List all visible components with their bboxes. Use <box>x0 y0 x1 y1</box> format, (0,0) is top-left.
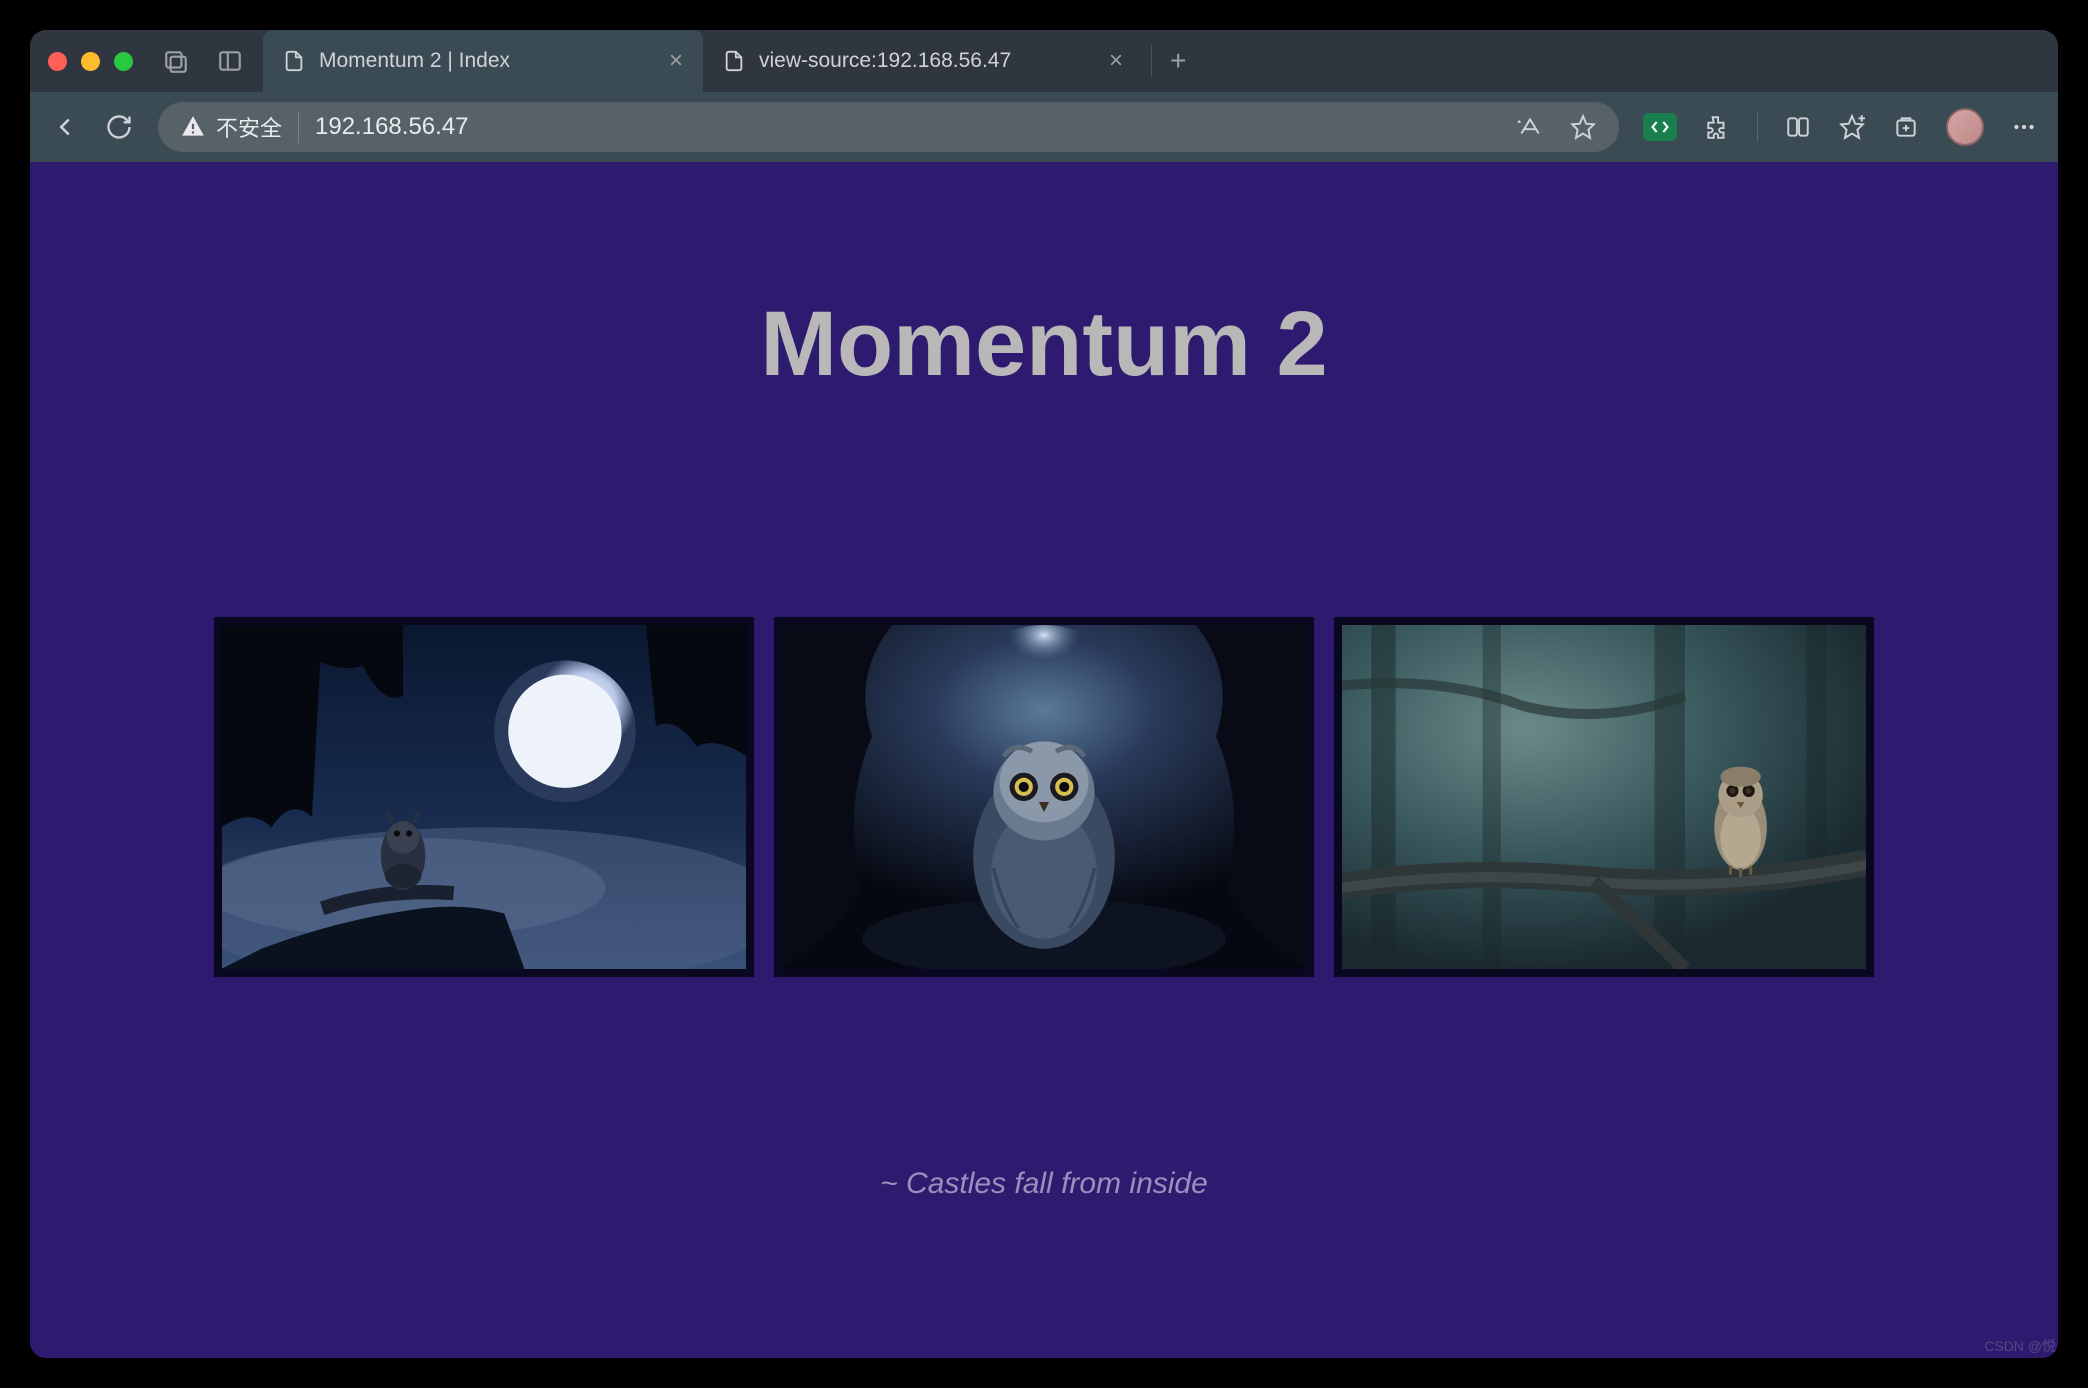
gallery-image-2 <box>774 617 1314 977</box>
image-gallery <box>214 617 1874 977</box>
tab-bar: Momentum 2 | Index × view-source:192.168… <box>30 30 2058 92</box>
panel-toggle-icon[interactable] <box>217 48 243 74</box>
sidebar-toggle-icon[interactable] <box>163 48 189 74</box>
extensions-icon[interactable] <box>1703 113 1731 141</box>
tab-title: Momentum 2 | Index <box>319 49 510 73</box>
toolbar-right <box>1643 108 2038 146</box>
favorites-bar-icon[interactable] <box>1838 113 1866 141</box>
page-content: Momentum 2 <box>30 162 2058 1358</box>
tab-momentum-index[interactable]: Momentum 2 | Index × <box>263 30 703 92</box>
more-menu-icon[interactable] <box>2010 113 2038 141</box>
tabs-container: Momentum 2 | Index × view-source:192.168… <box>263 30 2040 92</box>
tab-close-button[interactable]: × <box>669 49 683 73</box>
profile-avatar[interactable] <box>1946 108 1984 146</box>
address-bar: 不安全 192.168.56.47 <box>30 92 2058 162</box>
page-icon <box>283 50 305 72</box>
page-icon <box>723 50 745 72</box>
tab-bar-leading-icons <box>163 48 243 74</box>
devtools-badge[interactable] <box>1643 113 1677 141</box>
url-bar[interactable]: 不安全 192.168.56.47 <box>158 102 1619 152</box>
security-label: 不安全 <box>216 111 282 143</box>
window-controls <box>48 52 133 71</box>
minimize-window-button[interactable] <box>81 52 100 71</box>
gallery-image-3 <box>1334 617 1874 977</box>
tab-close-button[interactable]: × <box>1109 49 1123 73</box>
gallery-image-1 <box>214 617 754 977</box>
refresh-button[interactable] <box>104 112 134 142</box>
maximize-window-button[interactable] <box>114 52 133 71</box>
tab-title: view-source:192.168.56.47 <box>759 49 1011 73</box>
read-aloud-icon[interactable] <box>1515 113 1543 141</box>
page-heading: Momentum 2 <box>760 292 1327 397</box>
toolbar-divider <box>1757 112 1758 142</box>
favorite-icon[interactable] <box>1569 113 1597 141</box>
warning-icon <box>180 114 206 140</box>
back-button[interactable] <box>50 112 80 142</box>
close-window-button[interactable] <box>48 52 67 71</box>
collections-icon[interactable] <box>1892 113 1920 141</box>
new-tab-button[interactable]: + <box>1151 45 1204 77</box>
url-text: 192.168.56.47 <box>315 113 468 141</box>
split-screen-icon[interactable] <box>1784 113 1812 141</box>
watermark: CSDN @悦 <box>1984 1336 2056 1356</box>
browser-window: Momentum 2 | Index × view-source:192.168… <box>30 30 2058 1358</box>
page-tagline: ~ Castles fall from inside <box>880 1167 1208 1201</box>
tab-view-source[interactable]: view-source:192.168.56.47 × <box>703 30 1143 92</box>
security-indicator[interactable]: 不安全 <box>180 111 299 143</box>
